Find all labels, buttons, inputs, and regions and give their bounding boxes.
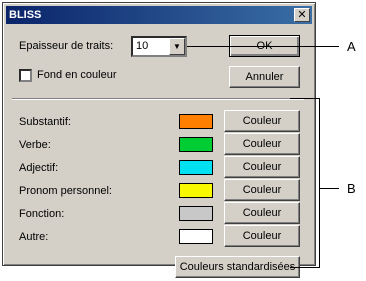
color-row-label: Pronom personnel:: [19, 185, 112, 197]
callout-b-bracket-bottom: [290, 267, 320, 268]
color-swatch: [179, 206, 213, 221]
close-button[interactable]: ✕: [294, 8, 310, 22]
close-icon: ✕: [297, 8, 307, 21]
color-row-label: Autre:: [19, 231, 49, 243]
dropdown-arrow-icon[interactable]: ▼: [169, 38, 185, 55]
title-bar: BLISS ✕: [6, 6, 312, 24]
color-swatch: [179, 183, 213, 198]
color-swatch: [179, 160, 213, 175]
color-row-label: Fonction:: [19, 208, 65, 220]
color-swatch: [179, 137, 213, 152]
color-button-label: Couleur: [242, 138, 282, 150]
callout-a-label: A: [347, 39, 356, 54]
callout-b-line: [320, 188, 339, 189]
line-thickness-label: Epaisseur de traits:: [19, 40, 114, 52]
color-button[interactable]: Couleur: [224, 225, 300, 247]
color-button-label: Couleur: [242, 115, 282, 127]
color-swatch: [179, 229, 213, 244]
color-button[interactable]: Couleur: [224, 179, 300, 201]
standard-colors-button[interactable]: Couleurs standardisées: [175, 256, 300, 278]
separator: [12, 98, 304, 100]
color-button[interactable]: Couleur: [224, 133, 300, 155]
window-title: BLISS: [9, 9, 42, 21]
cancel-button-label: Annuler: [245, 71, 284, 83]
color-button[interactable]: Couleur: [224, 202, 300, 224]
color-button-label: Couleur: [242, 184, 282, 196]
color-button-label: Couleur: [242, 230, 282, 242]
color-row-label: Substantif:: [19, 116, 71, 128]
color-button[interactable]: Couleur: [224, 156, 300, 178]
callout-b-label: B: [347, 181, 356, 196]
color-button-label: Couleur: [242, 207, 282, 219]
cancel-button[interactable]: Annuler: [229, 66, 300, 88]
color-button-label: Couleur: [242, 161, 282, 173]
background-color-checkbox[interactable]: [19, 69, 32, 82]
color-swatch: [179, 114, 213, 129]
callout-b-bracket-top: [290, 98, 320, 99]
background-color-label: Fond en couleur: [37, 69, 117, 81]
standard-colors-label: Couleurs standardisées: [179, 261, 296, 273]
color-row-label: Verbe:: [19, 139, 51, 151]
callout-a-line: [187, 46, 339, 47]
line-thickness-select[interactable]: 10 ▼: [131, 36, 187, 57]
line-thickness-value: 10: [136, 40, 149, 52]
color-button[interactable]: Couleur: [224, 110, 300, 132]
callout-b-bracket-vertical: [319, 98, 320, 268]
color-row-label: Adjectif:: [19, 162, 59, 174]
